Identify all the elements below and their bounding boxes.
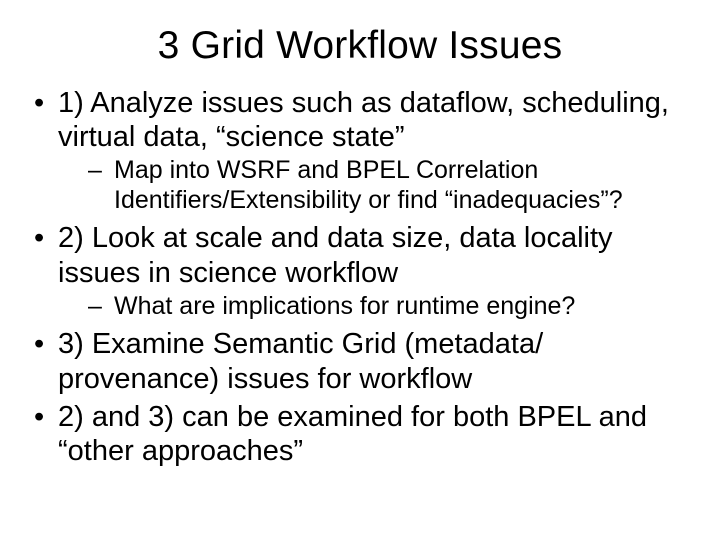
bullet-2-sublist: What are implications for runtime engine… <box>58 292 692 322</box>
bullet-2: 2) Look at scale and data size, data loc… <box>28 221 692 321</box>
slide-title: 3 Grid Workflow Issues <box>28 24 692 68</box>
bullet-2-text: 2) Look at scale and data size, data loc… <box>58 222 613 288</box>
bullet-list: 1) Analyze issues such as dataflow, sche… <box>28 86 692 468</box>
slide: 3 Grid Workflow Issues 1) Analyze issues… <box>0 0 720 540</box>
bullet-2a: What are implications for runtime engine… <box>58 292 692 322</box>
bullet-3-text: 3) Examine Semantic Grid (metadata/ prov… <box>58 328 543 394</box>
bullet-1-sublist: Map into WSRF and BPEL Correlation Ident… <box>58 156 692 215</box>
bullet-2a-text: What are implications for runtime engine… <box>114 292 575 320</box>
bullet-3: 3) Examine Semantic Grid (metadata/ prov… <box>28 327 692 395</box>
bullet-4-text: 2) and 3) can be examined for both BPEL … <box>58 401 647 467</box>
bullet-1: 1) Analyze issues such as dataflow, sche… <box>28 86 692 215</box>
bullet-4: 2) and 3) can be examined for both BPEL … <box>28 400 692 468</box>
bullet-1-text: 1) Analyze issues such as dataflow, sche… <box>58 87 669 153</box>
bullet-1a-text: Map into WSRF and BPEL Correlation Ident… <box>114 156 623 214</box>
bullet-1a: Map into WSRF and BPEL Correlation Ident… <box>58 156 692 215</box>
